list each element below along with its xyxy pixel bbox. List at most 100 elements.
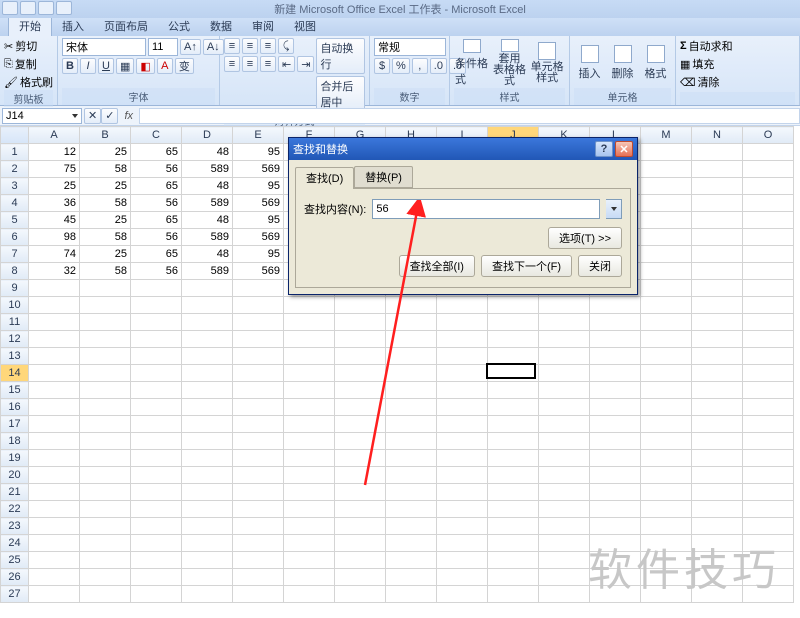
- cell-N12[interactable]: [692, 331, 743, 348]
- cell-C1[interactable]: 65: [131, 144, 182, 161]
- row-header-27[interactable]: 27: [1, 586, 29, 603]
- cell-C25[interactable]: [131, 552, 182, 569]
- cell-B27[interactable]: [80, 586, 131, 603]
- cell-J17[interactable]: [488, 416, 539, 433]
- col-header-E[interactable]: E: [233, 127, 284, 144]
- cell-M20[interactable]: [641, 467, 692, 484]
- cell-D18[interactable]: [182, 433, 233, 450]
- cell-A10[interactable]: [29, 297, 80, 314]
- cell-O4[interactable]: [743, 195, 794, 212]
- row-header-6[interactable]: 6: [1, 229, 29, 246]
- cell-I26[interactable]: [437, 569, 488, 586]
- cell-A20[interactable]: [29, 467, 80, 484]
- row-header-26[interactable]: 26: [1, 569, 29, 586]
- percent-button[interactable]: %: [392, 58, 410, 74]
- find-history-dropdown[interactable]: [606, 199, 622, 219]
- cell-K11[interactable]: [539, 314, 590, 331]
- cell-A16[interactable]: [29, 399, 80, 416]
- cell-A2[interactable]: 75: [29, 161, 80, 178]
- cell-B23[interactable]: [80, 518, 131, 535]
- cell-C26[interactable]: [131, 569, 182, 586]
- col-header-M[interactable]: M: [641, 127, 692, 144]
- cell-J12[interactable]: [488, 331, 539, 348]
- cell-M7[interactable]: [641, 246, 692, 263]
- cell-K21[interactable]: [539, 484, 590, 501]
- cell-L19[interactable]: [590, 450, 641, 467]
- cell-B5[interactable]: 25: [80, 212, 131, 229]
- bold-button[interactable]: B: [62, 58, 78, 74]
- cell-N9[interactable]: [692, 280, 743, 297]
- office-button[interactable]: [2, 1, 18, 15]
- row-header-13[interactable]: 13: [1, 348, 29, 365]
- cell-A13[interactable]: [29, 348, 80, 365]
- cell-G19[interactable]: [335, 450, 386, 467]
- cell-G17[interactable]: [335, 416, 386, 433]
- cell-D20[interactable]: [182, 467, 233, 484]
- row-header-17[interactable]: 17: [1, 416, 29, 433]
- cell-O9[interactable]: [743, 280, 794, 297]
- cell-K10[interactable]: [539, 297, 590, 314]
- cell-N2[interactable]: [692, 161, 743, 178]
- select-all-corner[interactable]: [1, 127, 29, 144]
- cell-L10[interactable]: [590, 297, 641, 314]
- tab-home[interactable]: 开始: [8, 15, 52, 36]
- comma-button[interactable]: ,: [412, 58, 428, 74]
- cell-D2[interactable]: 589: [182, 161, 233, 178]
- cell-N22[interactable]: [692, 501, 743, 518]
- cell-M22[interactable]: [641, 501, 692, 518]
- cell-C10[interactable]: [131, 297, 182, 314]
- cell-N4[interactable]: [692, 195, 743, 212]
- col-header-B[interactable]: B: [80, 127, 131, 144]
- cell-N6[interactable]: [692, 229, 743, 246]
- cell-C13[interactable]: [131, 348, 182, 365]
- align-right-button[interactable]: ≡: [260, 56, 276, 72]
- col-header-N[interactable]: N: [692, 127, 743, 144]
- cell-J21[interactable]: [488, 484, 539, 501]
- row-header-20[interactable]: 20: [1, 467, 29, 484]
- cell-A11[interactable]: [29, 314, 80, 331]
- row-header-25[interactable]: 25: [1, 552, 29, 569]
- cut-button[interactable]: ✂剪切: [4, 38, 37, 54]
- cell-N14[interactable]: [692, 365, 743, 382]
- cell-D24[interactable]: [182, 535, 233, 552]
- cell-K26[interactable]: [539, 569, 590, 586]
- cell-C14[interactable]: [131, 365, 182, 382]
- cell-G13[interactable]: [335, 348, 386, 365]
- cell-L25[interactable]: [590, 552, 641, 569]
- cell-F16[interactable]: [284, 399, 335, 416]
- cell-A15[interactable]: [29, 382, 80, 399]
- cell-J10[interactable]: [488, 297, 539, 314]
- cell-E27[interactable]: [233, 586, 284, 603]
- cell-G20[interactable]: [335, 467, 386, 484]
- cell-K15[interactable]: [539, 382, 590, 399]
- cell-N26[interactable]: [692, 569, 743, 586]
- cell-F21[interactable]: [284, 484, 335, 501]
- cell-E17[interactable]: [233, 416, 284, 433]
- cell-I19[interactable]: [437, 450, 488, 467]
- row-header-11[interactable]: 11: [1, 314, 29, 331]
- cell-M9[interactable]: [641, 280, 692, 297]
- cell-E6[interactable]: 569: [233, 229, 284, 246]
- cell-O19[interactable]: [743, 450, 794, 467]
- row-header-8[interactable]: 8: [1, 263, 29, 280]
- cell-N3[interactable]: [692, 178, 743, 195]
- cell-O20[interactable]: [743, 467, 794, 484]
- cell-E9[interactable]: [233, 280, 284, 297]
- cell-I24[interactable]: [437, 535, 488, 552]
- find-input[interactable]: [372, 199, 600, 219]
- cell-G11[interactable]: [335, 314, 386, 331]
- cell-M21[interactable]: [641, 484, 692, 501]
- cell-K12[interactable]: [539, 331, 590, 348]
- cell-A17[interactable]: [29, 416, 80, 433]
- cell-M6[interactable]: [641, 229, 692, 246]
- tab-view[interactable]: 视图: [284, 16, 326, 36]
- cell-A1[interactable]: 12: [29, 144, 80, 161]
- cell-N16[interactable]: [692, 399, 743, 416]
- cell-N5[interactable]: [692, 212, 743, 229]
- cell-C22[interactable]: [131, 501, 182, 518]
- cancel-formula-button[interactable]: ✕: [84, 108, 101, 124]
- cell-O25[interactable]: [743, 552, 794, 569]
- cell-A5[interactable]: 45: [29, 212, 80, 229]
- conditional-format-button[interactable]: 条件格式: [454, 38, 490, 88]
- cell-O2[interactable]: [743, 161, 794, 178]
